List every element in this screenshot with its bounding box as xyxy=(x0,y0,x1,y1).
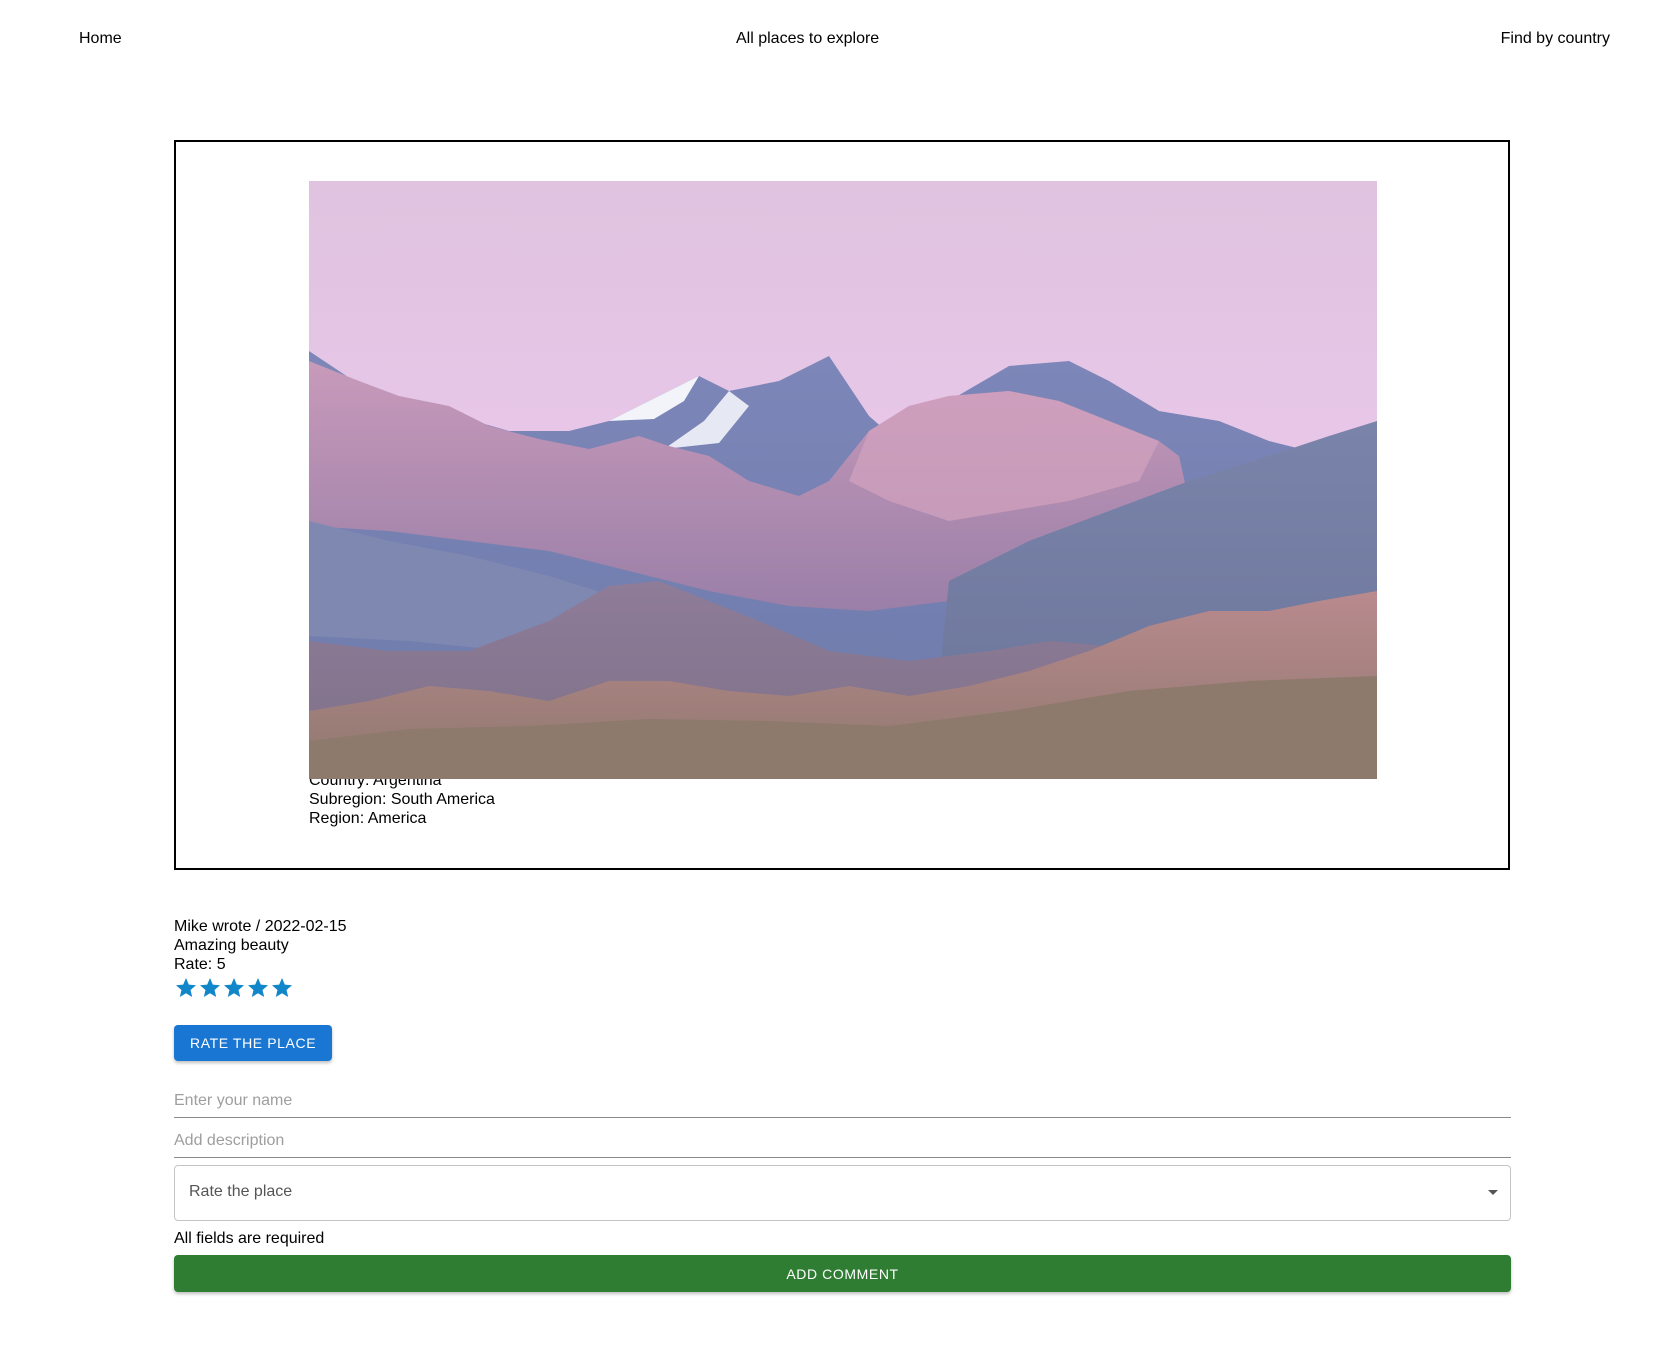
star-icon xyxy=(224,978,244,997)
rating-select[interactable]: Rate the place xyxy=(174,1165,1511,1221)
required-fields-note: All fields are required xyxy=(174,1230,325,1247)
place-details-page: Home All places to explore Find by count… xyxy=(0,0,1662,1348)
comment-text: Amazing beauty xyxy=(174,937,289,954)
comment-header: Mike wrote / 2022-02-15 xyxy=(174,918,347,935)
nav-home-link[interactable]: Home xyxy=(79,28,122,50)
rating-select-label: Rate the place xyxy=(189,1183,293,1200)
rate-the-place-button[interactable]: Rate the place xyxy=(174,1025,333,1061)
star-icon xyxy=(272,978,292,997)
star-rating xyxy=(174,976,347,1000)
place-region: Region: America xyxy=(309,810,427,827)
name-input[interactable] xyxy=(174,1085,1511,1118)
add-comment-button[interactable]: Add comment xyxy=(174,1255,1511,1292)
star-icon xyxy=(200,978,220,997)
mountain-landscape-image xyxy=(309,181,1377,779)
place-info: Country: Argentina Subregion: South Amer… xyxy=(309,771,495,828)
place-photo xyxy=(309,181,1377,779)
star-icon xyxy=(176,978,196,997)
nav-find-by-country-link[interactable]: Find by country xyxy=(1501,28,1610,50)
comment-rate: Rate: 5 xyxy=(174,956,226,973)
description-input[interactable] xyxy=(174,1125,1511,1158)
dropdown-arrow-icon xyxy=(1488,1190,1498,1195)
place-subregion: Subregion: South America xyxy=(309,791,495,808)
comment-item: Mike wrote / 2022-02-15 Amazing beauty R… xyxy=(174,917,347,1000)
star-icon xyxy=(248,978,268,997)
nav-all-places-link[interactable]: All places to explore xyxy=(736,28,879,50)
place-card: Country: Argentina Subregion: South Amer… xyxy=(174,140,1510,870)
